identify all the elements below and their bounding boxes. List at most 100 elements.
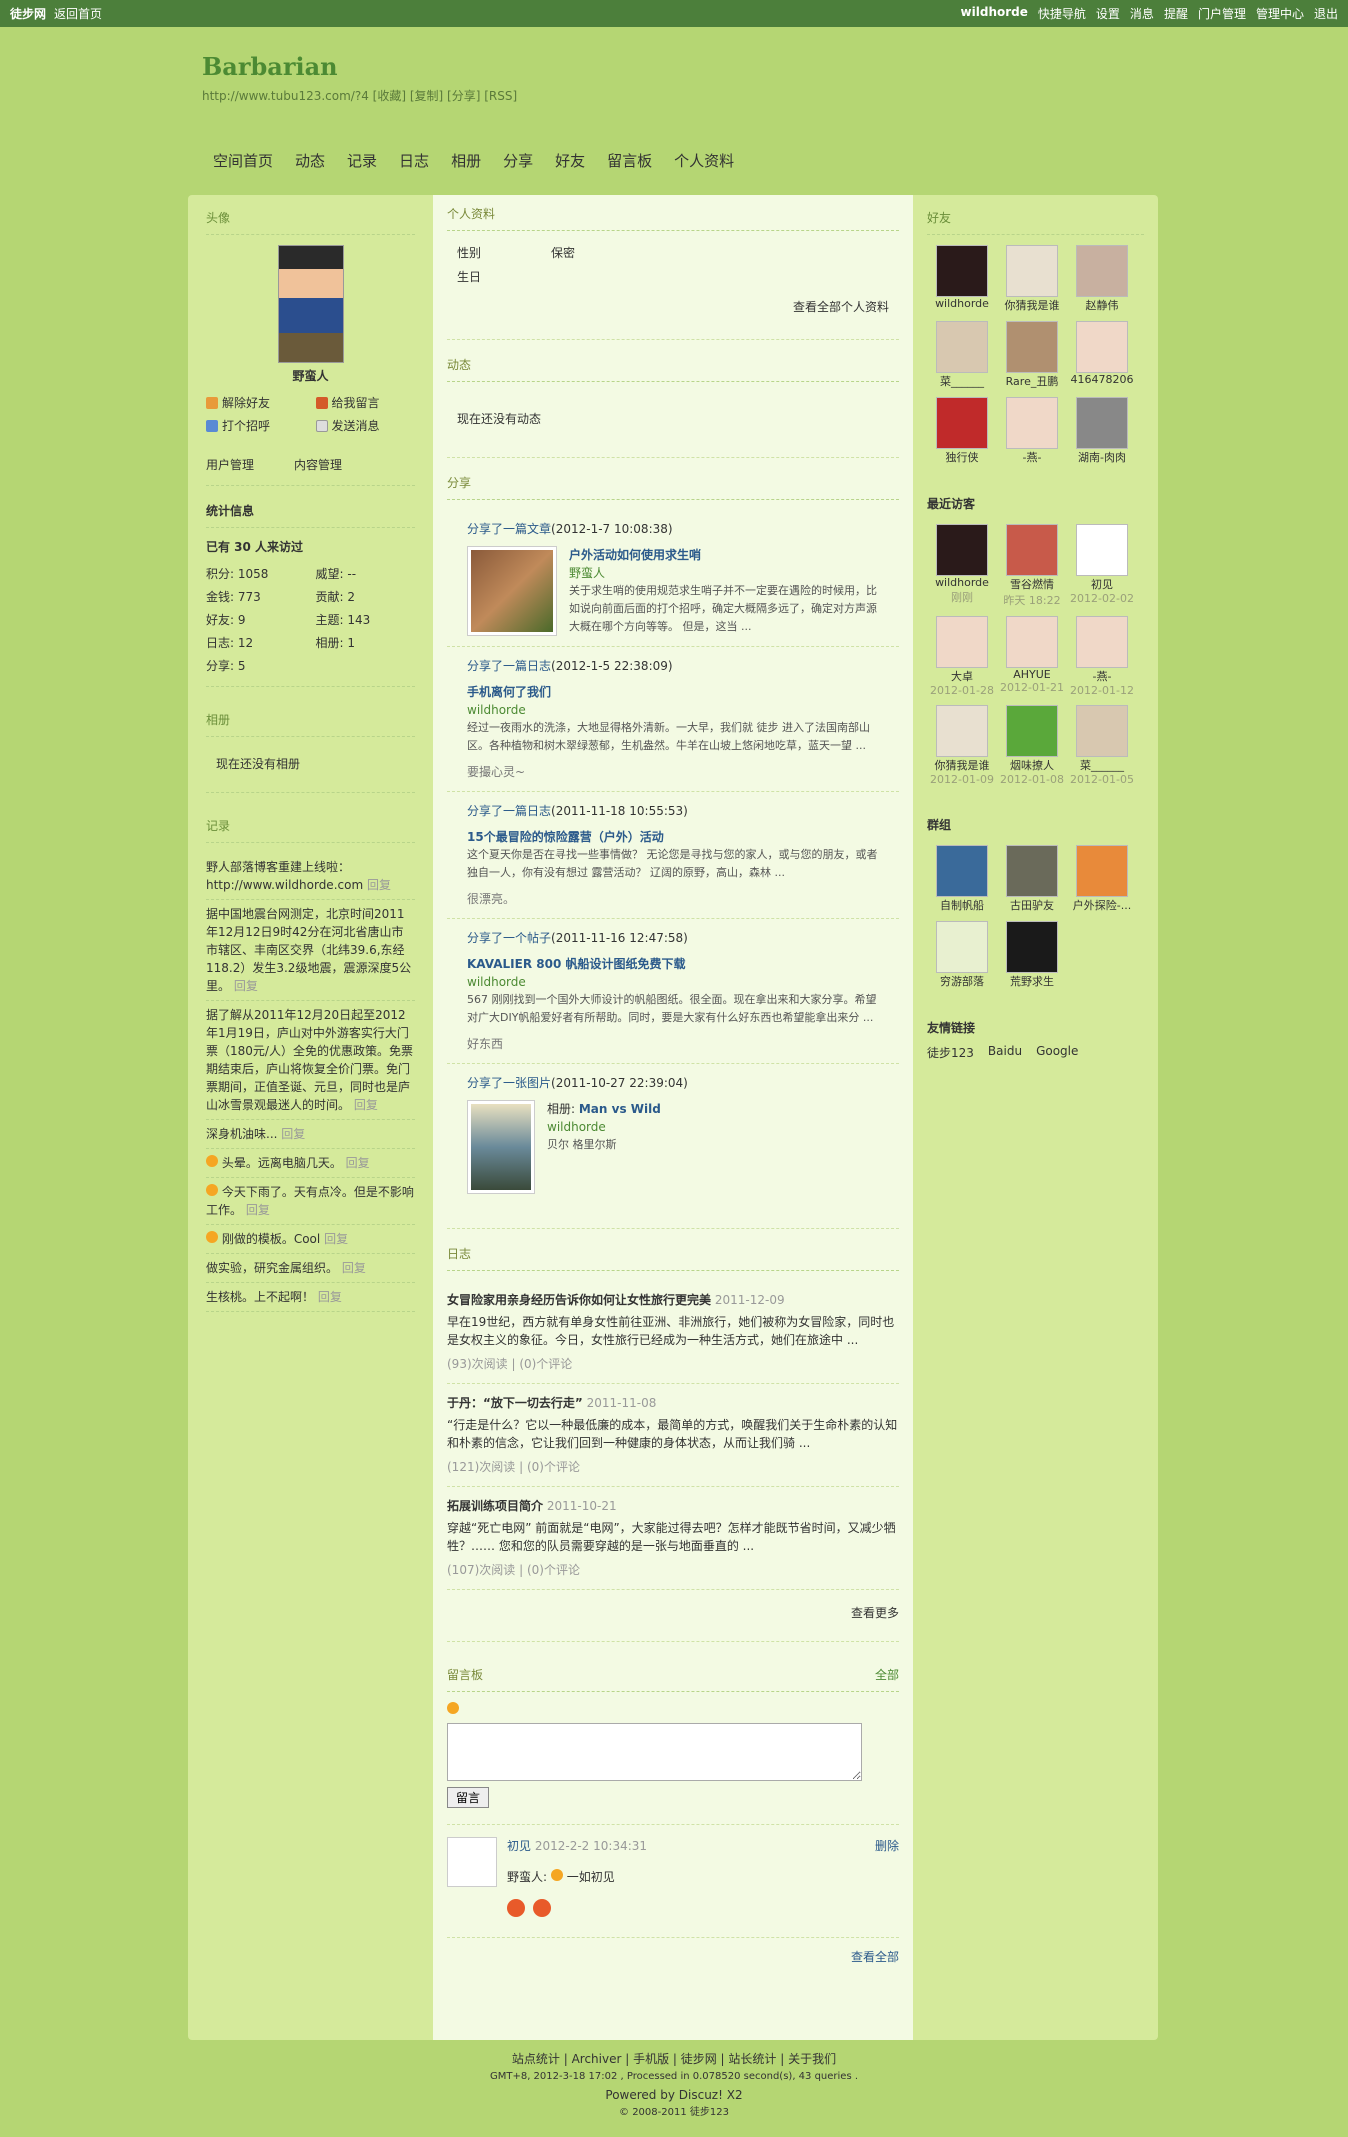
reply-link[interactable]: 回复 — [324, 1232, 348, 1246]
friend-item[interactable]: wildhorde — [927, 245, 997, 313]
space-links[interactable]: http://www.tubu123.com/?4 [收藏] [复制] [分享]… — [202, 87, 517, 104]
reply-link[interactable]: 回复 — [318, 1290, 342, 1304]
visitor-item[interactable]: 烟味撩人 2012-01-08 — [997, 705, 1067, 786]
avatar[interactable] — [447, 1837, 497, 1887]
friend-item[interactable]: 湖南-肉肉 — [1067, 397, 1137, 465]
reply-link[interactable]: 回复 — [281, 1127, 305, 1141]
nav-guestbook[interactable]: 留言板 — [596, 150, 663, 171]
share-type-link[interactable]: 分享了一篇日志 — [467, 804, 551, 818]
nav-friends[interactable]: 好友 — [544, 150, 596, 171]
reply-link[interactable]: 回复 — [354, 1098, 378, 1112]
nav-feed[interactable]: 动态 — [284, 150, 336, 171]
reply-link[interactable]: 回复 — [346, 1156, 370, 1170]
friends-heading: 好友 — [927, 205, 1144, 235]
guestbook-more-link[interactable]: 查看全部 — [447, 1937, 899, 1965]
nav-profile[interactable]: 个人资料 — [663, 150, 745, 171]
group-item[interactable]: 荒野求生 — [997, 921, 1067, 989]
nav-share[interactable]: 分享 — [492, 150, 544, 171]
footer-links[interactable]: 站点统计 | Archiver | 手机版 | 徒步网 | 站长统计 | 关于我… — [0, 2050, 1348, 2068]
blog-item: 于丹：“放下一切去行走” 2011-11-08 “行走是什么？它以一种最低廉的成… — [447, 1384, 899, 1487]
reply-link[interactable]: 回复 — [367, 878, 391, 892]
share-type-link[interactable]: 分享了一个帖子 — [467, 931, 551, 945]
friend-item[interactable]: 赵静伟 — [1067, 245, 1137, 313]
nav-album[interactable]: 相册 — [440, 150, 492, 171]
space-nav: 空间首页 动态 记录 日志 相册 分享 好友 留言板 个人资料 — [202, 150, 745, 171]
share-type-link[interactable]: 分享了一篇文章 — [467, 522, 551, 536]
share-title[interactable]: 15个最冒险的惊险露营（户外）活动 — [467, 828, 879, 846]
share-title[interactable]: 户外活动如何使用求生哨 — [569, 546, 879, 564]
guestbook-heading: 留言板 全部 — [447, 1662, 899, 1692]
guestbook-textarea[interactable] — [447, 1723, 862, 1781]
visitor-item[interactable]: 菜______ 2012-01-05 — [1067, 705, 1137, 786]
top-link-logout[interactable]: 退出 — [1314, 5, 1338, 22]
delete-link[interactable]: 删除 — [875, 1837, 899, 1854]
share-author[interactable]: wildhorde — [467, 701, 879, 719]
quick-nav[interactable]: 快捷导航 — [1038, 5, 1086, 22]
visitor-item[interactable]: -燕- 2012-01-12 — [1067, 616, 1137, 697]
friend-item[interactable]: 独行侠 — [927, 397, 997, 465]
leave-message-button[interactable]: 给我留言 — [315, 394, 416, 411]
user-manage-menu[interactable]: 用户管理 — [206, 456, 254, 473]
friend-link[interactable]: Baidu — [988, 1044, 1022, 1061]
friend-link[interactable]: Google — [1036, 1044, 1078, 1061]
share-thumbnail[interactable] — [467, 546, 557, 636]
visitor-item[interactable]: 初见 2012-02-02 — [1067, 524, 1137, 608]
profile-all-link[interactable]: 查看全部个人资料 — [457, 295, 889, 319]
friend-item[interactable]: Rare_丑鹏 — [997, 321, 1067, 389]
share-title[interactable]: Man vs Wild — [579, 1102, 661, 1116]
emoji-picker-icon[interactable] — [447, 1702, 459, 1714]
content-manage-menu[interactable]: 内容管理 — [294, 456, 342, 473]
share-author[interactable]: 野蛮人 — [569, 564, 879, 582]
visitor-item[interactable]: wildhorde 刚刚 — [927, 524, 997, 608]
visitor-item[interactable]: 你猜我是谁 2012-01-09 — [927, 705, 997, 786]
share-author[interactable]: wildhorde — [467, 973, 879, 991]
home-link[interactable]: 返回首页 — [54, 5, 102, 22]
share-author[interactable]: wildhorde — [547, 1118, 661, 1136]
entry-author[interactable]: 初见 — [507, 1839, 531, 1853]
reply-link[interactable]: 回复 — [246, 1203, 270, 1217]
friend-item[interactable]: 菜______ — [927, 321, 997, 389]
friend-item[interactable]: 你猜我是谁 — [997, 245, 1067, 313]
visitor-item[interactable]: 大卓 2012-01-28 — [927, 616, 997, 697]
avatar[interactable] — [277, 245, 344, 363]
share-type-link[interactable]: 分享了一张图片 — [467, 1076, 551, 1090]
send-message-button[interactable]: 发送消息 — [315, 417, 416, 434]
top-link-messages[interactable]: 消息 — [1130, 5, 1154, 22]
reply-link[interactable]: 回复 — [342, 1261, 366, 1275]
stat-blogs: 日志: 12 — [206, 636, 254, 650]
friend-item[interactable]: -燕- — [997, 397, 1067, 465]
list-item: 野人部落博客重建上线啦：http://www.wildhorde.com 回复 — [206, 853, 415, 900]
group-item[interactable]: 户外探险-... — [1067, 845, 1137, 913]
top-link-portal[interactable]: 门户管理 — [1198, 5, 1246, 22]
visitor-item[interactable]: AHYUE 2012-01-21 — [997, 616, 1067, 697]
blog-more-link[interactable]: 查看更多 — [447, 1590, 899, 1642]
visitors-grid: wildhorde 刚刚 雪谷燃情 昨天 18:22 初见 2012-02-02 大卓… — [927, 524, 1144, 786]
nav-blog[interactable]: 日志 — [388, 150, 440, 171]
nav-home[interactable]: 空间首页 — [202, 150, 284, 171]
footer-powered[interactable]: Powered by Discuz! X2 — [0, 2086, 1348, 2104]
guestbook-all-link[interactable]: 全部 — [875, 1666, 899, 1683]
unfriend-button[interactable]: 解除好友 — [206, 394, 306, 411]
top-link-settings[interactable]: 设置 — [1096, 5, 1120, 22]
share-type-link[interactable]: 分享了一篇日志 — [467, 659, 551, 673]
friend-link[interactable]: 徒步123 — [927, 1044, 974, 1061]
group-item[interactable]: 穷游部落 — [927, 921, 997, 989]
reply-link[interactable]: 回复 — [234, 979, 258, 993]
top-link-admin[interactable]: 管理中心 — [1256, 5, 1304, 22]
share-title[interactable]: KAVALIER 800 帆船设计图纸免费下载 — [467, 955, 879, 973]
group-item[interactable]: 自制帆船 — [927, 845, 997, 913]
friend-item[interactable]: 416478206 — [1067, 321, 1137, 389]
visitor-item[interactable]: 雪谷燃情 昨天 18:22 — [997, 524, 1067, 608]
blog-title[interactable]: 于丹：“放下一切去行走” — [447, 1396, 583, 1410]
site-link[interactable]: 徒步网 — [10, 5, 46, 22]
guestbook-submit-button[interactable]: 留言 — [447, 1787, 490, 1808]
group-item[interactable]: 古田驴友 — [997, 845, 1067, 913]
share-thumbnail[interactable] — [467, 1100, 535, 1194]
user-link[interactable]: wildhorde — [961, 5, 1028, 22]
blog-title[interactable]: 拓展训练项目简介 — [447, 1499, 543, 1513]
top-link-alerts[interactable]: 提醒 — [1164, 5, 1188, 22]
share-title[interactable]: 手机离何了我们 — [467, 683, 879, 701]
poke-button[interactable]: 打个招呼 — [206, 417, 306, 434]
nav-records[interactable]: 记录 — [336, 150, 388, 171]
blog-title[interactable]: 女冒险家用亲身经历告诉你如何让女性旅行更完美 — [447, 1293, 711, 1307]
